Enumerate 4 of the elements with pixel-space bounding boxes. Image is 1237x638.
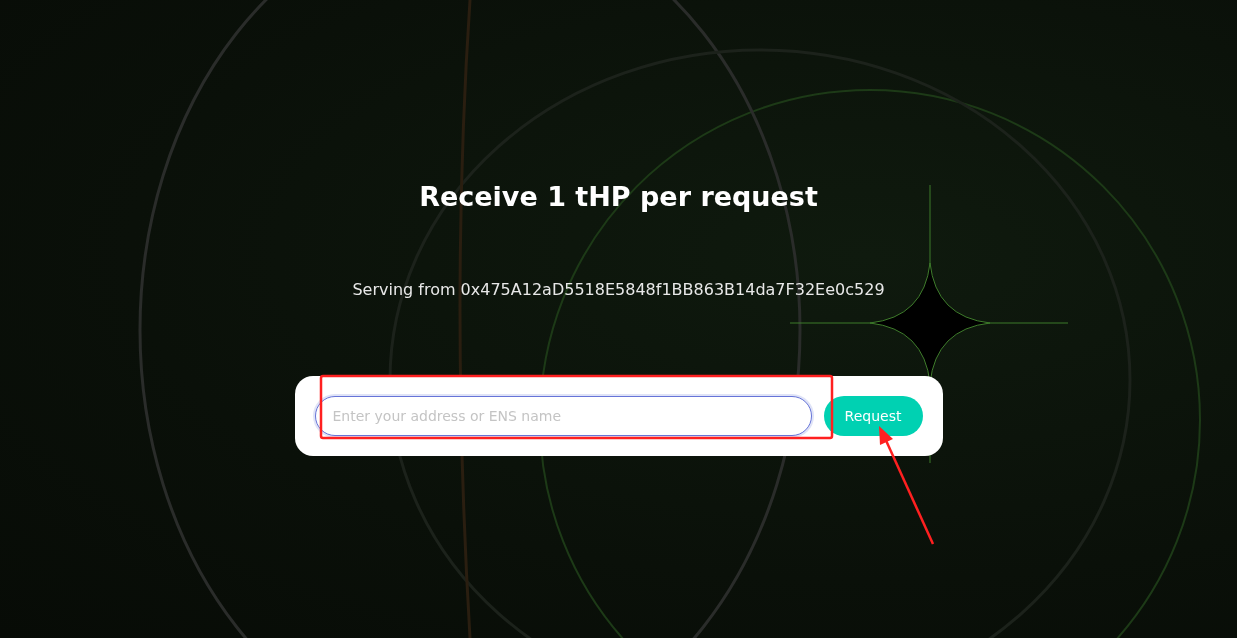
serving-address-text: Serving from 0x475A12aD5518E5848f1BB863B14da7F32Ee0c529 [352,279,885,301]
page-heading: Receive 1 tHP per request [419,180,818,214]
address-input-field[interactable]: Enter your address or ENS name [314,396,812,436]
request-button[interactable]: Request [823,396,923,436]
